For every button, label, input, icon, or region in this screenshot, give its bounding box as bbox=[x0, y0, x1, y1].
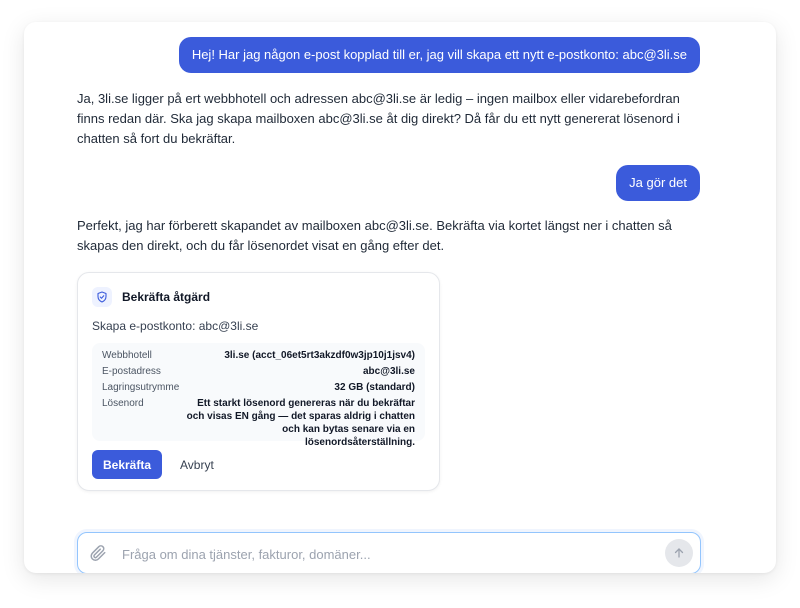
send-button[interactable] bbox=[665, 539, 693, 567]
arrow-up-icon bbox=[674, 548, 684, 558]
detail-label: Lagringsutrymme bbox=[102, 382, 180, 393]
cancel-button[interactable]: Avbryt bbox=[172, 450, 222, 479]
card-header: Bekräfta åtgärd bbox=[92, 287, 210, 307]
detail-value: Ett starkt lösenord genereras när du bek… bbox=[186, 398, 415, 448]
detail-value: abc@3li.se bbox=[362, 366, 415, 377]
paperclip-icon[interactable] bbox=[89, 544, 107, 562]
composer bbox=[77, 532, 701, 573]
detail-value: 3li.se (acct_06et5rt3akzdf0w3jp10j1jsv4) bbox=[224, 350, 415, 361]
chat-window: Hej! Har jag någon e-post kopplad till e… bbox=[24, 22, 776, 573]
user-message: Ja gör det bbox=[616, 165, 700, 201]
detail-label: Lösenord bbox=[102, 398, 144, 409]
confirm-button[interactable]: Bekräfta bbox=[92, 450, 162, 479]
card-subtitle: Skapa e-postkonto: abc@3li.se bbox=[92, 319, 259, 333]
chat-input[interactable] bbox=[120, 542, 644, 566]
assistant-message: Perfekt, jag har förberett skapandet av … bbox=[77, 218, 672, 253]
card-title: Bekräfta åtgärd bbox=[122, 290, 211, 304]
detail-label: E-postadress bbox=[102, 366, 161, 377]
detail-label: Webbhotell bbox=[102, 350, 152, 361]
details-panel: Webbhotell 3li.se (acct_06et5rt3akzdf0w3… bbox=[92, 343, 425, 448]
confirm-action-card: Bekräfta åtgärd Skapa e-postkonto: abc@3… bbox=[77, 272, 440, 491]
assistant-message: Ja, 3li.se ligger på ert webbhotell och … bbox=[77, 91, 680, 146]
user-message: Hej! Har jag någon e-post kopplad till e… bbox=[178, 37, 700, 73]
shield-check-icon bbox=[92, 287, 112, 307]
detail-value: 32 GB (standard) bbox=[334, 382, 415, 393]
